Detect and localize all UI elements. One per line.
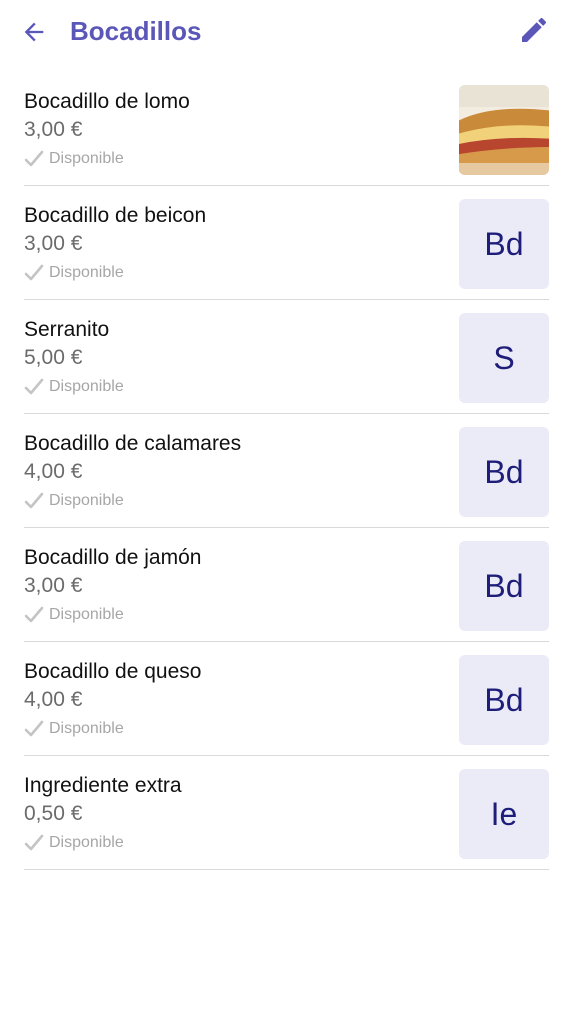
availability-label: Disponible: [49, 606, 124, 623]
arrow-back-icon: [24, 22, 44, 42]
product-initials: Ie: [490, 795, 518, 832]
product-name: Bocadillo de calamares: [24, 432, 242, 455]
availability-label: Disponible: [49, 834, 124, 851]
product-price: 3,00 €: [24, 232, 83, 255]
product-name: Bocadillo de jamón: [24, 546, 202, 569]
product-initials: S: [493, 339, 515, 376]
availability-status: Disponible: [24, 604, 124, 626]
checkmark-icon: [24, 720, 44, 737]
product-price: 3,00 €: [24, 118, 83, 141]
availability-label: Disponible: [49, 378, 124, 395]
product-name: Bocadillo de beicon: [24, 204, 207, 227]
product-name: Ingrediente extra: [24, 774, 182, 797]
product-price: 0,50 €: [24, 802, 83, 825]
product-item-5[interactable]: Bocadillo de jamón 3,00 € Disponible Bd: [24, 528, 549, 642]
page-title: Bocadillos: [70, 16, 202, 46]
checkmark-icon: [24, 834, 44, 851]
availability-label: Disponible: [49, 720, 124, 737]
product-price: 5,00 €: [24, 346, 83, 369]
availability-status: Disponible: [24, 490, 124, 512]
product-item-2[interactable]: Bocadillo de beicon 3,00 € Disponible Bd: [24, 186, 549, 300]
product-thumbnail: Bd: [459, 541, 549, 631]
edit-button[interactable]: [514, 10, 554, 50]
availability-label: Disponible: [49, 264, 124, 281]
product-thumbnail: Bd: [459, 655, 549, 745]
product-thumbnail: Bd: [459, 427, 549, 517]
checkmark-icon: [24, 378, 44, 395]
checkmark-icon: [24, 606, 44, 623]
product-initials: Bd: [484, 681, 524, 718]
availability-status: Disponible: [24, 148, 124, 170]
product-thumbnail: Ie: [459, 769, 549, 859]
availability-label: Disponible: [49, 492, 124, 509]
back-button[interactable]: [14, 12, 54, 52]
product-item-1[interactable]: Bocadillo de lomo 3,00 € Disponible: [24, 72, 549, 186]
product-thumbnail: Bd: [459, 199, 549, 289]
pencil-icon: [522, 17, 547, 42]
product-item-4[interactable]: Bocadillo de calamares 4,00 € Disponible…: [24, 414, 549, 528]
availability-status: Disponible: [24, 376, 124, 398]
availability-label: Disponible: [49, 150, 124, 167]
product-item-6[interactable]: Bocadillo de queso 4,00 € Disponible Bd: [24, 642, 549, 756]
checkmark-icon: [24, 264, 44, 281]
product-initials: Bd: [484, 453, 524, 490]
availability-status: Disponible: [24, 718, 124, 740]
product-item-3[interactable]: Serranito 5,00 € Disponible S: [24, 300, 549, 414]
availability-status: Disponible: [24, 262, 124, 284]
product-initials: Bd: [484, 225, 524, 262]
app-bar: Bocadillos: [0, 0, 572, 64]
product-price: 4,00 €: [24, 688, 83, 711]
checkmark-icon: [24, 150, 44, 167]
product-price: 3,00 €: [24, 574, 83, 597]
checkmark-icon: [24, 492, 44, 509]
product-name: Serranito: [24, 318, 110, 341]
sandwich-photo-icon: [459, 85, 549, 175]
product-item-7[interactable]: Ingrediente extra 0,50 € Disponible Ie: [24, 756, 549, 870]
product-name: Bocadillo de lomo: [24, 90, 190, 113]
product-price: 4,00 €: [24, 460, 83, 483]
product-thumbnail: [459, 85, 549, 175]
product-list: Bocadillo de lomo 3,00 € Disponible Boca…: [24, 72, 549, 870]
product-thumbnail: S: [459, 313, 549, 403]
product-initials: Bd: [484, 567, 524, 604]
availability-status: Disponible: [24, 832, 124, 854]
product-name: Bocadillo de queso: [24, 660, 202, 683]
